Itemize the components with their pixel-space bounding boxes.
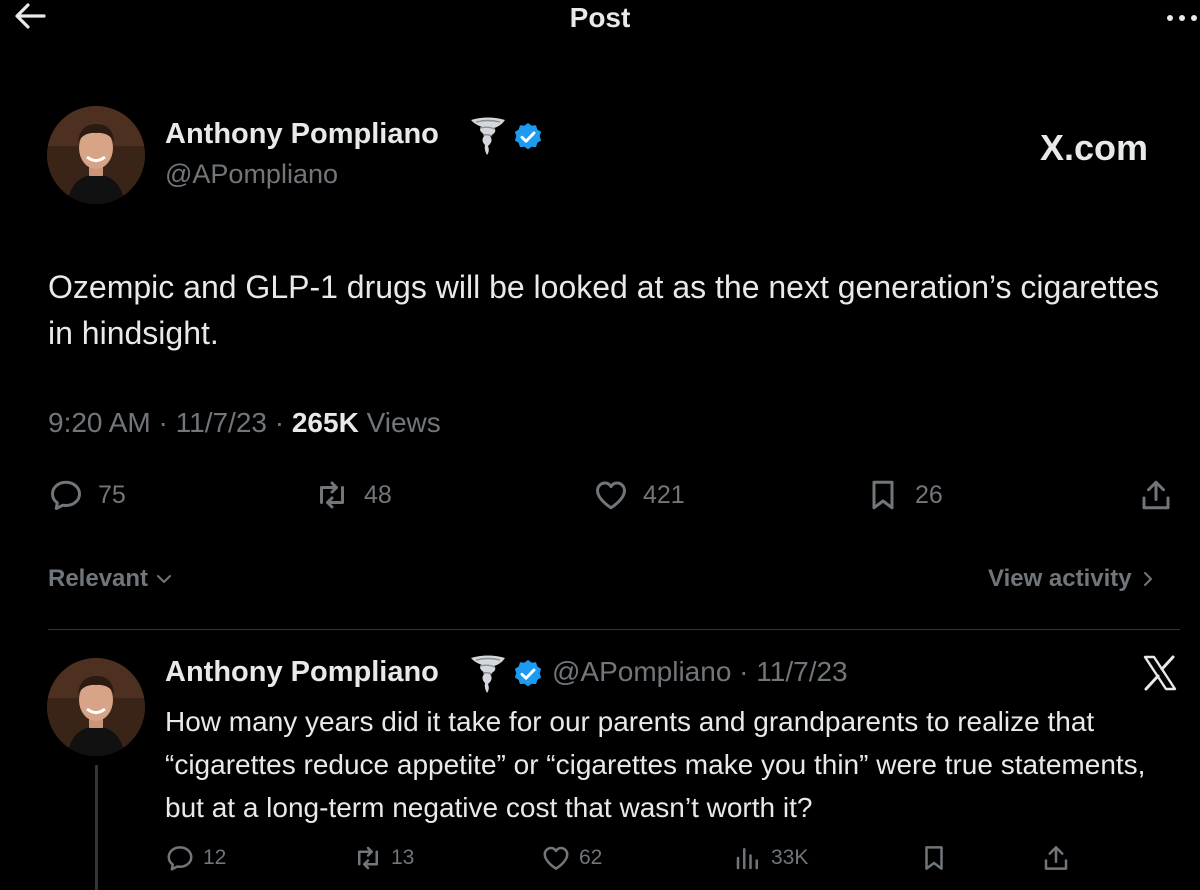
page-title: Post — [569, 2, 631, 33]
reply-avatar[interactable] — [47, 658, 145, 756]
post-meta: 9:20 AM · 11/7/23 · 265K Views — [48, 407, 441, 439]
post-time[interactable]: 9:20 AM — [48, 407, 151, 438]
views-count: 265K — [291, 407, 359, 438]
reply-button[interactable]: 75 — [48, 477, 126, 513]
reply-views-count: 33K — [771, 846, 809, 869]
reply-icon — [167, 846, 193, 871]
author-name[interactable]: Anthony Pompliano — [165, 118, 439, 151]
reply-icon — [51, 480, 81, 510]
reply-author-name[interactable]: Anthony Pompliano — [165, 656, 439, 689]
reply-share-button[interactable] — [1041, 843, 1071, 873]
more-button[interactable] — [1160, 4, 1200, 30]
like-count: 421 — [643, 480, 685, 509]
tornado-badge-icon — [471, 655, 505, 693]
reply-reply-count: 12 — [203, 846, 227, 869]
reply-bookmark-button[interactable] — [919, 843, 949, 873]
reply-repost-button[interactable]: 13 — [353, 843, 414, 873]
verified-badge-icon — [514, 660, 542, 687]
bookmark-button[interactable]: 26 — [865, 477, 943, 513]
reply-reply-button[interactable]: 12 — [165, 843, 226, 873]
sort-label: Relevant — [48, 565, 149, 592]
post-date[interactable]: 11/7/23 — [176, 407, 267, 438]
repost-icon — [358, 846, 378, 870]
view-activity-label: View activity — [988, 565, 1132, 592]
share-icon — [1142, 480, 1170, 510]
chevron-down-icon — [157, 575, 172, 583]
more-icon — [1167, 15, 1197, 21]
reply-views-button[interactable]: 33K — [733, 843, 808, 873]
views-label: Views — [366, 407, 441, 438]
bookmark-icon — [872, 480, 894, 510]
divider — [48, 629, 1180, 630]
reply-count: 75 — [98, 480, 126, 509]
reply-handle-date[interactable]: @APompliano · 11/7/23 — [552, 656, 848, 688]
like-icon — [596, 481, 626, 510]
chevron-right-icon — [1143, 572, 1152, 586]
separator: · — [158, 407, 168, 438]
post-text: Ozempic and GLP-1 drugs will be looked a… — [48, 269, 1160, 351]
share-button[interactable] — [1138, 477, 1174, 513]
x-logo-icon — [1143, 655, 1177, 691]
watermark-label: X.com — [1040, 127, 1149, 168]
verified-badge-icon — [514, 123, 542, 150]
tornado-badge-icon — [471, 117, 505, 155]
reply-like-button[interactable]: 62 — [541, 843, 602, 873]
repost-button[interactable]: 48 — [314, 477, 392, 513]
repost-icon — [320, 481, 344, 509]
sort-dropdown[interactable]: Relevant — [48, 565, 174, 593]
share-icon — [1044, 846, 1068, 870]
thread-line — [95, 765, 98, 890]
views-icon — [736, 848, 758, 870]
like-icon — [543, 846, 569, 870]
repost-count: 48 — [364, 480, 392, 509]
reply-repost-count: 13 — [391, 846, 415, 869]
bookmark-icon — [925, 846, 943, 870]
separator: · — [274, 407, 285, 438]
bookmark-count: 26 — [915, 480, 943, 509]
like-button[interactable]: 421 — [593, 477, 685, 513]
reply-text: How many years did it take for our paren… — [165, 706, 1146, 823]
reply-like-count: 62 — [579, 846, 603, 869]
avatar[interactable] — [47, 106, 145, 204]
author-handle[interactable]: @APompliano — [165, 159, 338, 190]
view-activity-link[interactable]: View activity — [988, 565, 1156, 593]
